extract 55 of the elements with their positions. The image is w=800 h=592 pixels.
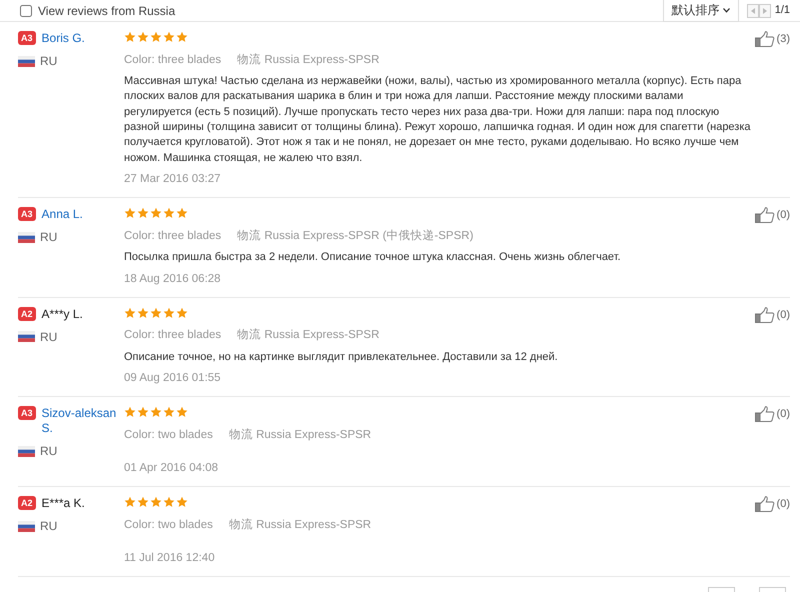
chevron-down-icon <box>722 8 730 12</box>
flag-icon <box>18 520 35 532</box>
sort-dropdown[interactable]: 默认排序 <box>662 0 739 22</box>
country-code: RU <box>40 518 58 536</box>
thumbs-up-icon[interactable] <box>754 207 775 224</box>
left-arrow-icon <box>750 8 755 14</box>
product-color: Color: three blades <box>124 52 222 68</box>
checkbox[interactable] <box>20 4 32 16</box>
level-badge: A3 <box>18 31 36 45</box>
country-code: RU <box>40 328 58 346</box>
product-color: Color: three blades <box>124 328 222 344</box>
review-date: 18 Aug 2016 06:28 <box>124 272 222 287</box>
thumbs-up-icon[interactable] <box>754 306 775 323</box>
like-count: (0) <box>776 497 790 512</box>
flag-icon <box>18 56 35 66</box>
reviewer-name[interactable]: Anna L. <box>42 207 83 222</box>
review-text: Массивная штука! Частью сделана из нержавейки (ножи, валы), частью из хромированного металла (корпус). Есть пара плоских валов для раскатывания шарика в блин и три ножа для лапши. Расстояние между плоскими валами регулируется (есть 5 позиций). Лучше пропускать тесто через них раза два-три. Ножи для лапши: пара под плоскую разной ширины (толщина зависит от толщины блина). Режут хорошо, лапшичка годная. И один нож для спагетти (нарезка получается кругловатой). Этот нож я так и не понял, не дорезает он мне тесто, руками доделываю. Но всяко лучше чем ножом. Машинка стоящая, не жалею что взял. <box>124 74 752 166</box>
review-date: 09 Aug 2016 01:55 <box>124 371 222 386</box>
review-text: Посылка пришла быстра за 2 недели. Описание точное штука классная. Очень жизнь облегчает. <box>124 250 622 266</box>
right-arrow-icon <box>762 8 767 14</box>
review-text: Описание точное, но на картинке выглядит привлекательнее. Доставили за 12 дней. <box>124 350 559 365</box>
review-date: 01 Apr 2016 04:08 <box>124 461 219 476</box>
thumbs-up-icon[interactable] <box>754 31 775 47</box>
page-count: 1/1 <box>774 3 790 18</box>
product-color: Color: three blades <box>124 228 222 244</box>
flag-icon <box>18 232 35 243</box>
reviewer-name: E***a K. <box>42 496 85 512</box>
like-count: (0) <box>776 208 790 224</box>
shipping-method: 物流 Russia Express-SPSR <box>228 427 372 443</box>
shipping-method: 物流 Russia Express-SPSR <box>237 52 380 68</box>
shipping-method: 物流 Russia Express-SPSR <box>237 327 380 344</box>
review-date: 11 Jul 2016 12:40 <box>124 551 216 566</box>
country-code: RU <box>40 443 58 460</box>
level-badge: A2 <box>18 306 36 321</box>
thumbs-up-icon[interactable] <box>754 496 775 512</box>
country-code: RU <box>40 53 58 70</box>
review-date: 27 Mar 2016 03:27 <box>124 172 222 188</box>
flag-icon <box>18 331 35 342</box>
reviewer-name[interactable]: Sizov-aleksan S. <box>42 406 124 436</box>
reviewer-name: A***y L. <box>42 306 83 322</box>
flag-icon <box>18 446 35 457</box>
level-badge: A2 <box>18 496 36 510</box>
like-count: (0) <box>776 407 790 422</box>
country-code: RU <box>40 229 58 246</box>
reviewer-name[interactable]: Boris G. <box>42 31 85 46</box>
checkbox-label[interactable]: View reviews from Russia <box>38 2 176 20</box>
shipping-method: 物流 Russia Express-SPSR (中俄快递-SPSR) <box>237 228 474 244</box>
product-color: Color: two blades <box>124 518 213 533</box>
like-count: (0) <box>776 308 790 323</box>
product-color: Color: two blades <box>124 428 213 443</box>
shipping-method: 物流 Russia Express-SPSR <box>228 517 372 533</box>
thumbs-up-icon[interactable] <box>754 406 775 422</box>
level-badge: A3 <box>18 406 36 420</box>
level-badge: A3 <box>18 207 36 222</box>
like-count: (3) <box>776 32 790 47</box>
